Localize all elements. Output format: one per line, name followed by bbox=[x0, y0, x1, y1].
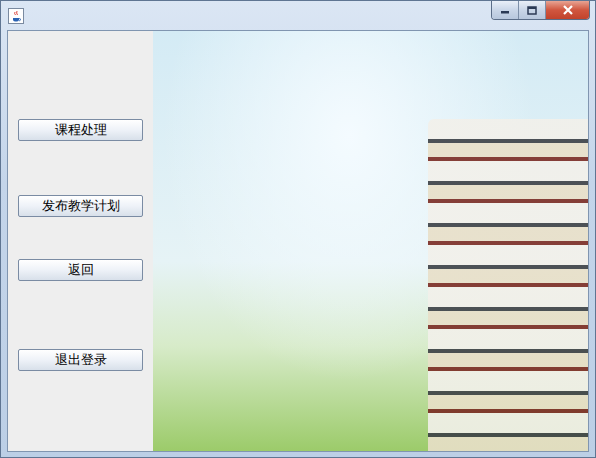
sidebar-button[interactable]: 课程处理 bbox=[18, 119, 143, 141]
books-stack bbox=[428, 119, 588, 451]
maximize-button[interactable] bbox=[519, 1, 546, 19]
close-icon bbox=[562, 5, 574, 15]
java-cup-icon bbox=[8, 8, 24, 24]
window-controls bbox=[491, 1, 590, 20]
sidebar: 课程处理发布教学计划返回退出登录 bbox=[8, 31, 153, 451]
sidebar-button[interactable]: 发布教学计划 bbox=[18, 195, 143, 217]
minimize-button[interactable] bbox=[492, 1, 519, 19]
close-button[interactable] bbox=[546, 1, 589, 19]
content-area: 课程处理发布教学计划返回退出登录 bbox=[7, 30, 589, 452]
app-window: 课程处理发布教学计划返回退出登录 bbox=[0, 0, 596, 458]
book-photo bbox=[153, 31, 588, 451]
sidebar-button[interactable]: 返回 bbox=[18, 259, 143, 281]
sidebar-button[interactable]: 退出登录 bbox=[18, 349, 143, 371]
title-bar bbox=[1, 1, 595, 30]
minimize-icon bbox=[500, 6, 510, 14]
maximize-icon bbox=[527, 6, 537, 15]
